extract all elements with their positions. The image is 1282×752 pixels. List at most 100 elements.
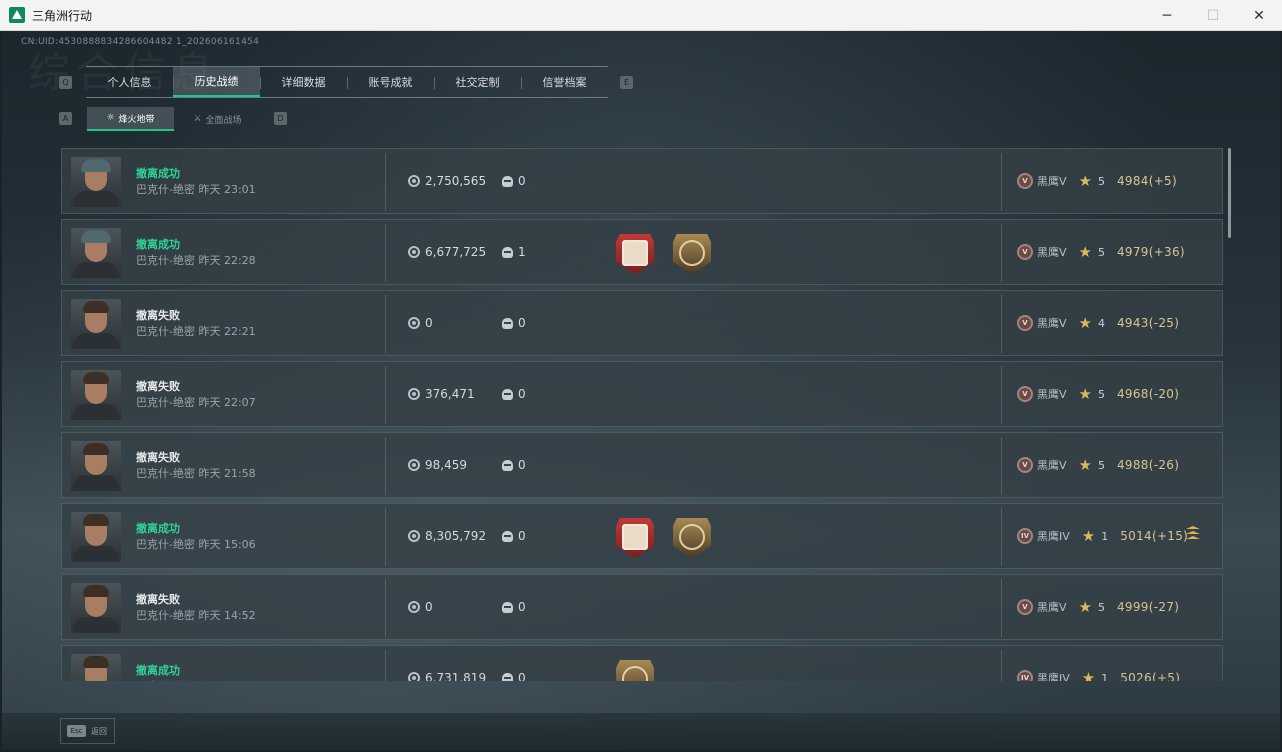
coin-icon <box>408 317 420 329</box>
rank-name: 黑鹰V <box>1037 459 1067 472</box>
row-divider <box>385 579 386 637</box>
value-extracted: 8,305,792 <box>408 529 486 543</box>
match-record-row[interactable]: 撤离成功 巴克什-绝密 昨天 23:01 2,750,565 0 V 黑鹰V ★… <box>61 148 1223 214</box>
subtab-label: 烽火地带 <box>118 114 155 125</box>
subtab-next-key[interactable]: D <box>274 112 287 125</box>
match-time: 昨天 23:01 <box>198 183 256 196</box>
extraction-status: 撤离成功 <box>136 664 180 677</box>
map-name: 巴克什-绝密 <box>136 609 195 622</box>
map-and-time: 巴克什-绝密 昨天 14:38 <box>136 678 256 681</box>
rank-emblem-icon: V <box>1017 173 1033 189</box>
match-time: 昨天 15:06 <box>198 538 256 551</box>
bottom-bar: Esc 返回 <box>2 713 1280 750</box>
extraction-status: 撤离失败 <box>136 309 180 322</box>
rank-info: V 黑鹰V ★ 5 4979(+36) <box>1017 243 1185 261</box>
minimize-button[interactable]: ─ <box>1144 0 1190 31</box>
battlefield-icon: ⚔ <box>193 114 202 124</box>
armor-medal-icon[interactable] <box>616 234 654 274</box>
rank-info: IV 黑鹰IV ★ 1 5014(+15) <box>1017 527 1188 545</box>
skull-icon <box>502 388 513 400</box>
close-button[interactable]: ✕ <box>1236 0 1282 31</box>
row-divider <box>385 295 386 353</box>
kills-value: 0 <box>518 458 526 472</box>
rank-name: 黑鹰V <box>1037 246 1067 259</box>
match-record-row[interactable]: 撤离成功 巴克什-绝密 昨天 22:28 6,677,725 1 V 黑鹰V ★… <box>61 219 1223 285</box>
money-value: 98,459 <box>425 458 467 472</box>
row-divider <box>1001 153 1002 211</box>
kills-value: 0 <box>518 174 526 188</box>
back-label: 返回 <box>91 726 107 736</box>
map-and-time: 巴克什-绝密 昨天 14:52 <box>136 607 256 623</box>
kill-count: 0 <box>502 316 526 330</box>
row-divider <box>1001 295 1002 353</box>
subtab-fire-zone[interactable]: ☼ 烽火地带 <box>87 107 174 131</box>
tab-history[interactable]: 历史战绩 <box>173 67 260 97</box>
match-record-row[interactable]: 撤离成功 巴克什-绝密 昨天 15:06 8,305,792 0 IV 黑鹰IV… <box>61 503 1223 569</box>
coin-icon <box>408 672 420 681</box>
row-divider <box>385 366 386 424</box>
match-history-list: 撤离成功 巴克什-绝密 昨天 23:01 2,750,565 0 V 黑鹰V ★… <box>61 148 1223 681</box>
operator-avatar <box>71 228 121 278</box>
main-tabs: 个人信息 历史战绩 详细数据 账号成就 社交定制 信誉档案 <box>86 66 608 98</box>
rank-info: V 黑鹰V ★ 5 4999(-27) <box>1017 598 1179 616</box>
mode-subtabs: ☼ 烽火地带 ⚔ 全面战场 <box>87 107 261 131</box>
money-value: 2,750,565 <box>425 174 487 188</box>
match-time: 昨天 21:58 <box>198 467 256 480</box>
rank-score: 4999(-27) <box>1116 600 1180 614</box>
tab-prev-key[interactable]: Q <box>59 76 72 89</box>
star-icon: ★ <box>1078 172 1092 190</box>
esc-key: Esc <box>67 725 86 737</box>
tab-credit[interactable]: 信誉档案 <box>521 67 608 97</box>
subtab-battlefield[interactable]: ⚔ 全面战场 <box>174 107 261 131</box>
match-record-row[interactable]: 撤离失败 巴克什-绝密 昨天 21:58 98,459 0 V 黑鹰V ★ 5 … <box>61 432 1223 498</box>
match-record-row[interactable]: 撤离失败 巴克什-绝密 昨天 22:21 0 0 V 黑鹰V ★ 4 4943(… <box>61 290 1223 356</box>
coin-icon <box>408 388 420 400</box>
armor-medal-icon[interactable] <box>616 518 654 558</box>
kill-count: 0 <box>502 600 526 614</box>
operator-avatar <box>71 654 121 681</box>
kill-count: 0 <box>502 458 526 472</box>
match-record-row[interactable]: 撤离失败 巴克什-绝密 昨天 14:52 0 0 V 黑鹰V ★ 5 4999(… <box>61 574 1223 640</box>
list-scrollbar[interactable] <box>1228 148 1231 238</box>
star-count: 5 <box>1097 387 1105 401</box>
tab-profile[interactable]: 个人信息 <box>86 67 173 97</box>
value-extracted: 6,731,819 <box>408 671 486 681</box>
back-button[interactable]: Esc 返回 <box>60 718 115 744</box>
map-and-time: 巴克什-绝密 昨天 21:58 <box>136 465 256 481</box>
map-name: 巴克什-绝密 <box>136 254 195 267</box>
extraction-medal-icon[interactable] <box>673 518 711 558</box>
game-viewport: 综合信息 CN:UID:4530888834286604482 1_202606… <box>2 31 1280 750</box>
match-time: 昨天 22:28 <box>198 254 256 267</box>
coin-icon <box>408 601 420 613</box>
operator-avatar <box>71 583 121 633</box>
map-and-time: 巴克什-绝密 昨天 22:07 <box>136 394 256 410</box>
star-icon: ★ <box>1081 669 1096 681</box>
extraction-medal-icon[interactable] <box>616 660 654 681</box>
tab-social[interactable]: 社交定制 <box>434 67 521 97</box>
map-name: 巴克什-绝密 <box>136 538 195 551</box>
subtab-prev-key[interactable]: A <box>59 112 72 125</box>
rank-name: 黑鹰V <box>1037 175 1067 188</box>
tab-details[interactable]: 详细数据 <box>260 67 347 97</box>
uid-label: CN:UID:4530888834286604482 1_20260616145… <box>21 37 260 47</box>
rank-score: 4979(+36) <box>1116 245 1185 259</box>
maximize-button[interactable]: ☐ <box>1190 0 1236 31</box>
tab-next-key[interactable]: E <box>620 76 633 89</box>
rank-info: IV 黑鹰IV ★ 1 5026(+5) <box>1017 669 1180 681</box>
money-value: 376,471 <box>425 387 475 401</box>
map-name: 巴克什-绝密 <box>136 680 195 681</box>
map-name: 巴克什-绝密 <box>136 467 195 480</box>
match-record-row[interactable]: 撤离失败 巴克什-绝密 昨天 22:07 376,471 0 V 黑鹰V ★ 5… <box>61 361 1223 427</box>
rank-name: 黑鹰IV <box>1037 530 1070 543</box>
match-record-row[interactable]: 撤离成功 巴克什-绝密 昨天 14:38 6,731,819 0 IV 黑鹰IV… <box>61 645 1223 681</box>
extraction-medal-icon[interactable] <box>673 234 711 274</box>
row-divider <box>1001 650 1002 681</box>
row-divider <box>1001 579 1002 637</box>
tab-achievements[interactable]: 账号成就 <box>347 67 434 97</box>
value-extracted: 2,750,565 <box>408 174 486 188</box>
value-extracted: 98,459 <box>408 458 467 472</box>
extraction-status: 撤离失败 <box>136 380 180 393</box>
rank-name: 黑鹰IV <box>1037 672 1070 681</box>
skull-icon <box>502 601 513 613</box>
row-divider <box>1001 437 1002 495</box>
